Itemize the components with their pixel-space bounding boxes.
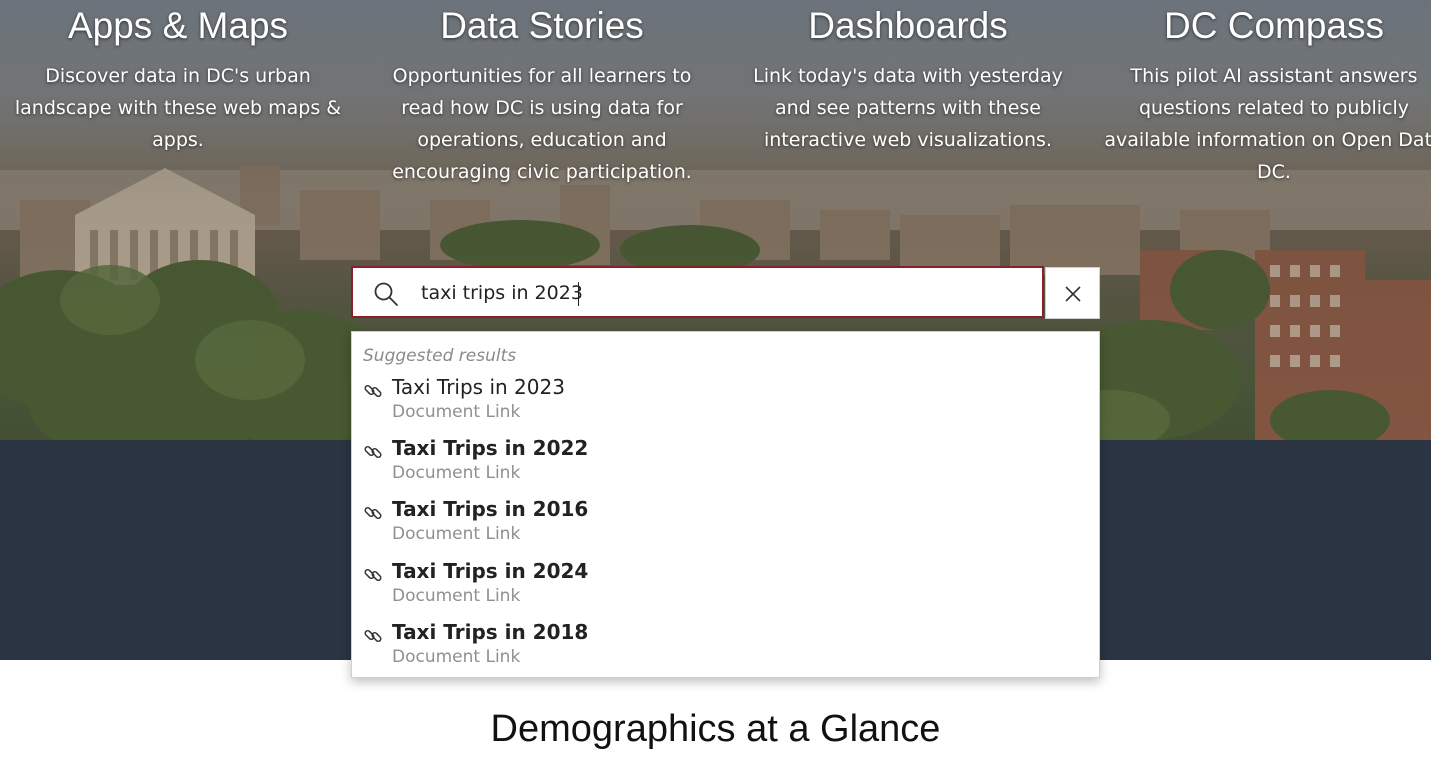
clear-search-button[interactable] [1045, 267, 1100, 319]
link-icon [363, 503, 383, 523]
link-icon [363, 381, 383, 401]
feature-data-stories[interactable]: Data Stories Opportunities for all learn… [372, 0, 712, 188]
suggestion-item[interactable]: Taxi Trips in 2024 Document Link [352, 559, 1099, 617]
suggestions-header: Suggested results [363, 346, 517, 366]
feature-dashboards[interactable]: Dashboards Link today's data with yester… [738, 0, 1078, 156]
suggestion-type: Document Link [392, 586, 521, 606]
suggestion-type: Document Link [392, 463, 521, 483]
suggestion-type: Document Link [392, 647, 521, 667]
feature-dc-compass[interactable]: DC Compass This pilot AI assistant answe… [1104, 0, 1431, 188]
suggestion-item[interactable]: Taxi Trips in 2022 Document Link [352, 436, 1099, 494]
feature-title[interactable]: Data Stories [372, 0, 712, 52]
feature-description: Discover data in DC's urban landscape wi… [14, 65, 342, 151]
close-icon [1065, 286, 1081, 302]
suggestion-item[interactable]: Taxi Trips in 2018 Document Link [352, 620, 1099, 678]
feature-title[interactable]: Dashboards [738, 0, 1078, 52]
search-box[interactable] [351, 266, 1044, 318]
link-icon [363, 565, 383, 585]
text-caret [578, 282, 579, 306]
suggestion-title: Taxi Trips in 2022 [392, 436, 589, 460]
feature-description: Opportunities for all learners to read h… [392, 65, 692, 183]
suggestion-title: Taxi Trips in 2016 [392, 497, 589, 521]
suggestion-item[interactable]: Taxi Trips in 2023 Document Link [352, 375, 1099, 433]
feature-description: Link today's data with yesterday and see… [753, 65, 1063, 151]
link-icon [363, 626, 383, 646]
search-input[interactable] [421, 278, 1021, 308]
suggestion-title: Taxi Trips in 2023 [392, 375, 565, 399]
suggestion-type: Document Link [392, 524, 521, 544]
suggestion-title: Taxi Trips in 2024 [392, 559, 589, 583]
suggestion-type: Document Link [392, 402, 521, 422]
search-icon [373, 281, 399, 307]
section-heading: Demographics at a Glance [490, 708, 941, 750]
link-icon [363, 442, 383, 462]
suggestion-title: Taxi Trips in 2018 [392, 620, 589, 644]
feature-apps-maps[interactable]: Apps & Maps Discover data in DC's urban … [8, 0, 348, 156]
feature-description: This pilot AI assistant answers question… [1104, 65, 1431, 183]
suggestion-item[interactable]: Taxi Trips in 2016 Document Link [352, 497, 1099, 555]
suggestions-dropdown: Suggested results Taxi Trips in 2023 Doc… [351, 331, 1100, 678]
feature-title[interactable]: Apps & Maps [8, 0, 348, 52]
feature-title[interactable]: DC Compass [1104, 0, 1431, 52]
